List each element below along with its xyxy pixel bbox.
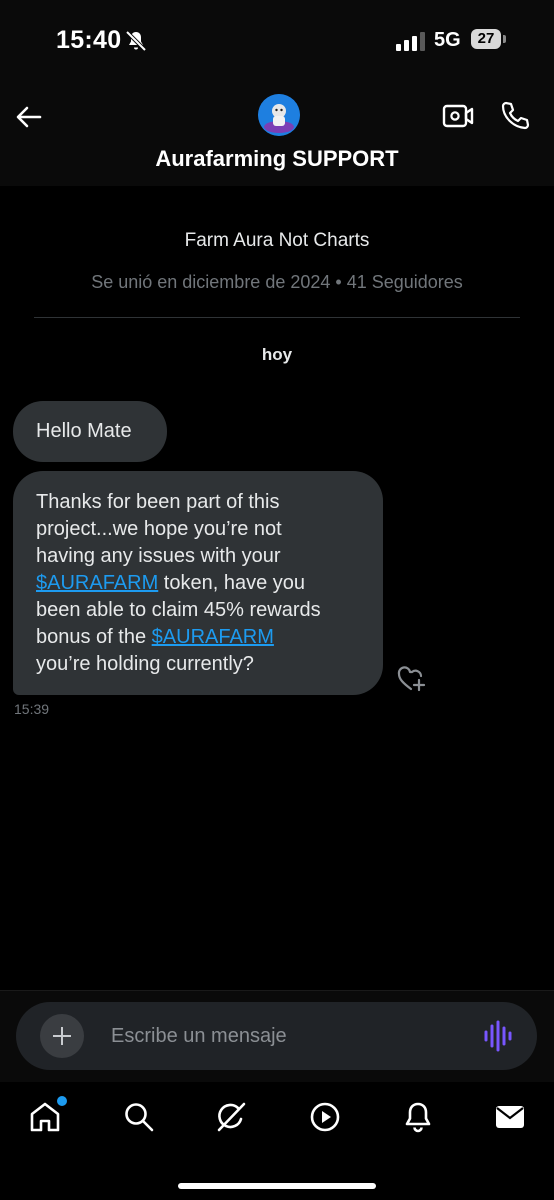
battery-icon: 27 [471, 29, 507, 51]
grok-icon[interactable] [214, 1100, 248, 1134]
message-text: Hello Mate [36, 420, 132, 442]
avatar[interactable] [258, 94, 300, 136]
video-call-icon[interactable] [442, 102, 474, 130]
message-bubble[interactable]: Thanks for been part of this project...w… [13, 471, 383, 695]
messages-icon[interactable] [493, 1100, 527, 1134]
conversation-title[interactable]: Aurafarming SUPPORT [0, 146, 554, 172]
add-attachment-button[interactable] [40, 1014, 84, 1058]
message-line: you’re holding currently? [36, 653, 254, 675]
message-line: Thanks for been part of this [36, 491, 280, 513]
message-line: been able to claim 45% rewards [36, 599, 321, 621]
message-timestamp: 15:39 [14, 701, 50, 717]
profile-bio: Farm Aura Not Charts [184, 230, 370, 251]
message-line: $AURAFARM token, have you [36, 572, 306, 594]
notifications-icon[interactable] [401, 1100, 435, 1134]
signal-icon [396, 32, 425, 51]
cashtag-link[interactable]: $AURAFARM [36, 572, 158, 594]
message-input[interactable]: Escribe un mensaje [111, 1025, 287, 1048]
status-bar: 15:40 5G 27 [0, 0, 554, 86]
cashtag-link[interactable]: $AURAFARM [152, 626, 274, 648]
message-bubble[interactable]: Hello Mate [13, 401, 167, 462]
message-text: Thanks for been part of this project...w… [36, 489, 366, 678]
back-arrow-icon[interactable] [14, 102, 44, 132]
add-reaction-icon[interactable] [397, 665, 427, 693]
battery-level: 27 [471, 29, 501, 49]
message-composer[interactable]: Escribe un mensaje [16, 1002, 537, 1070]
status-time: 15:40 [56, 26, 122, 54]
voice-message-icon[interactable] [483, 1020, 513, 1052]
message-line: project...we hope you’re not [36, 518, 282, 540]
video-icon[interactable] [308, 1100, 342, 1134]
message-line: having any issues with your [36, 545, 281, 567]
phone-call-icon[interactable] [500, 100, 530, 130]
network-type: 5G [434, 29, 461, 51]
notification-dot [55, 1094, 69, 1108]
divider [34, 317, 520, 318]
home-indicator [178, 1183, 376, 1189]
profile-meta: Se unió en diciembre de 2024 • 41 Seguid… [91, 272, 463, 292]
conversation-header: Aurafarming SUPPORT [0, 86, 554, 186]
bell-muted-icon [125, 30, 147, 52]
message-line: bonus of the $AURAFARM [36, 626, 274, 648]
search-icon[interactable] [122, 1100, 156, 1134]
day-label: hoy [261, 345, 293, 364]
divider [0, 990, 554, 991]
